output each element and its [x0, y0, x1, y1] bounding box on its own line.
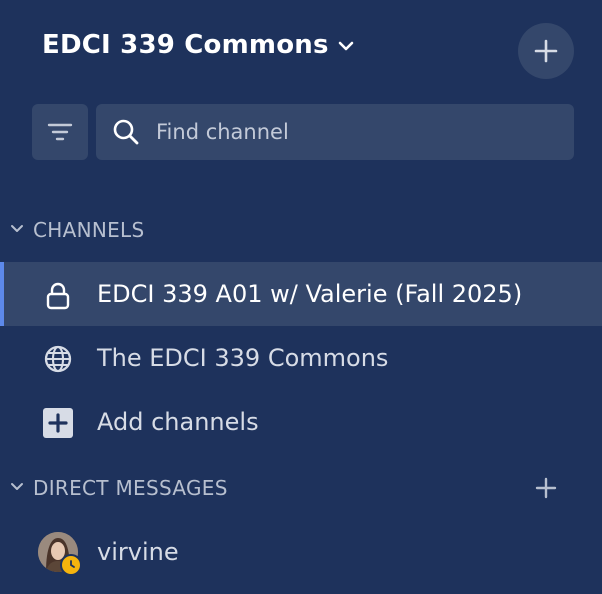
away-status-badge — [60, 554, 82, 576]
dm-label: virvine — [97, 538, 179, 566]
clock-icon — [70, 560, 75, 568]
channel-item-the-edci-339-commons[interactable]: The EDCI 339 Commons — [0, 326, 602, 390]
direct-messages-section-header[interactable]: DIRECT MESSAGES — [0, 468, 602, 508]
add-square-icon — [43, 408, 73, 438]
filter-icon — [47, 123, 73, 141]
globe-icon — [44, 345, 72, 373]
chevron-down-icon — [338, 41, 353, 51]
channels-section-header[interactable]: CHANNELS — [0, 210, 602, 250]
sidebar-header: EDCI 339 Commons — [0, 0, 602, 100]
find-channel-search[interactable] — [96, 104, 574, 160]
chevron-down-icon — [11, 225, 23, 232]
direct-messages-section-label: DIRECT MESSAGES — [33, 476, 228, 500]
add-button[interactable] — [518, 23, 574, 79]
chevron-down-icon — [11, 483, 23, 490]
search-icon — [113, 119, 139, 145]
plus-icon — [534, 39, 558, 63]
channels-section-label: CHANNELS — [33, 218, 145, 242]
channel-label: The EDCI 339 Commons — [97, 344, 389, 372]
channel-item-edci-339-a01[interactable]: EDCI 339 A01 w/ Valerie (Fall 2025) — [0, 262, 602, 326]
add-channels-item[interactable]: Add channels — [0, 390, 602, 454]
lock-icon — [46, 282, 70, 310]
find-channel-input[interactable] — [154, 119, 558, 145]
team-name: EDCI 339 Commons — [42, 30, 329, 60]
plus-icon[interactable] — [534, 476, 558, 500]
add-channels-label: Add channels — [97, 408, 259, 436]
team-name-dropdown[interactable]: EDCI 339 Commons — [42, 30, 355, 60]
dm-item-virvine[interactable]: virvine — [0, 520, 602, 584]
filter-button[interactable] — [32, 104, 88, 160]
channel-label: EDCI 339 A01 w/ Valerie (Fall 2025) — [97, 280, 523, 308]
